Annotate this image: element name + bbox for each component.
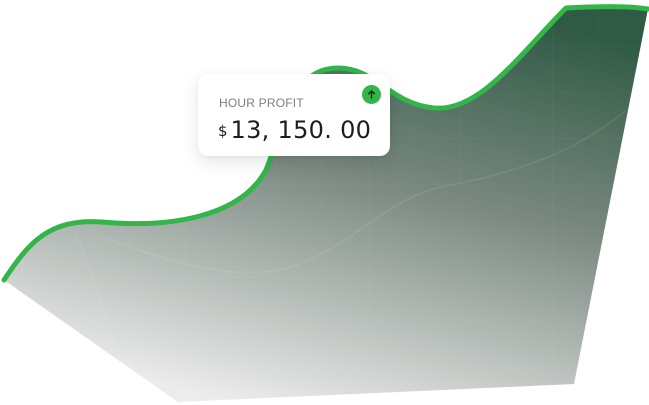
currency-symbol: $ xyxy=(218,122,228,140)
hour-profit-label: HOUR PROFIT xyxy=(219,96,304,110)
trend-up-badge xyxy=(362,85,381,104)
arrow-up-icon xyxy=(367,90,376,99)
hour-profit-value: $13, 150. 00 xyxy=(218,116,371,144)
profit-amount: 13, 150. 00 xyxy=(230,116,372,144)
profit-area-chart xyxy=(1,4,649,403)
hour-profit-card: HOUR PROFIT $13, 150. 00 xyxy=(198,74,390,156)
chart-grid xyxy=(4,6,648,403)
